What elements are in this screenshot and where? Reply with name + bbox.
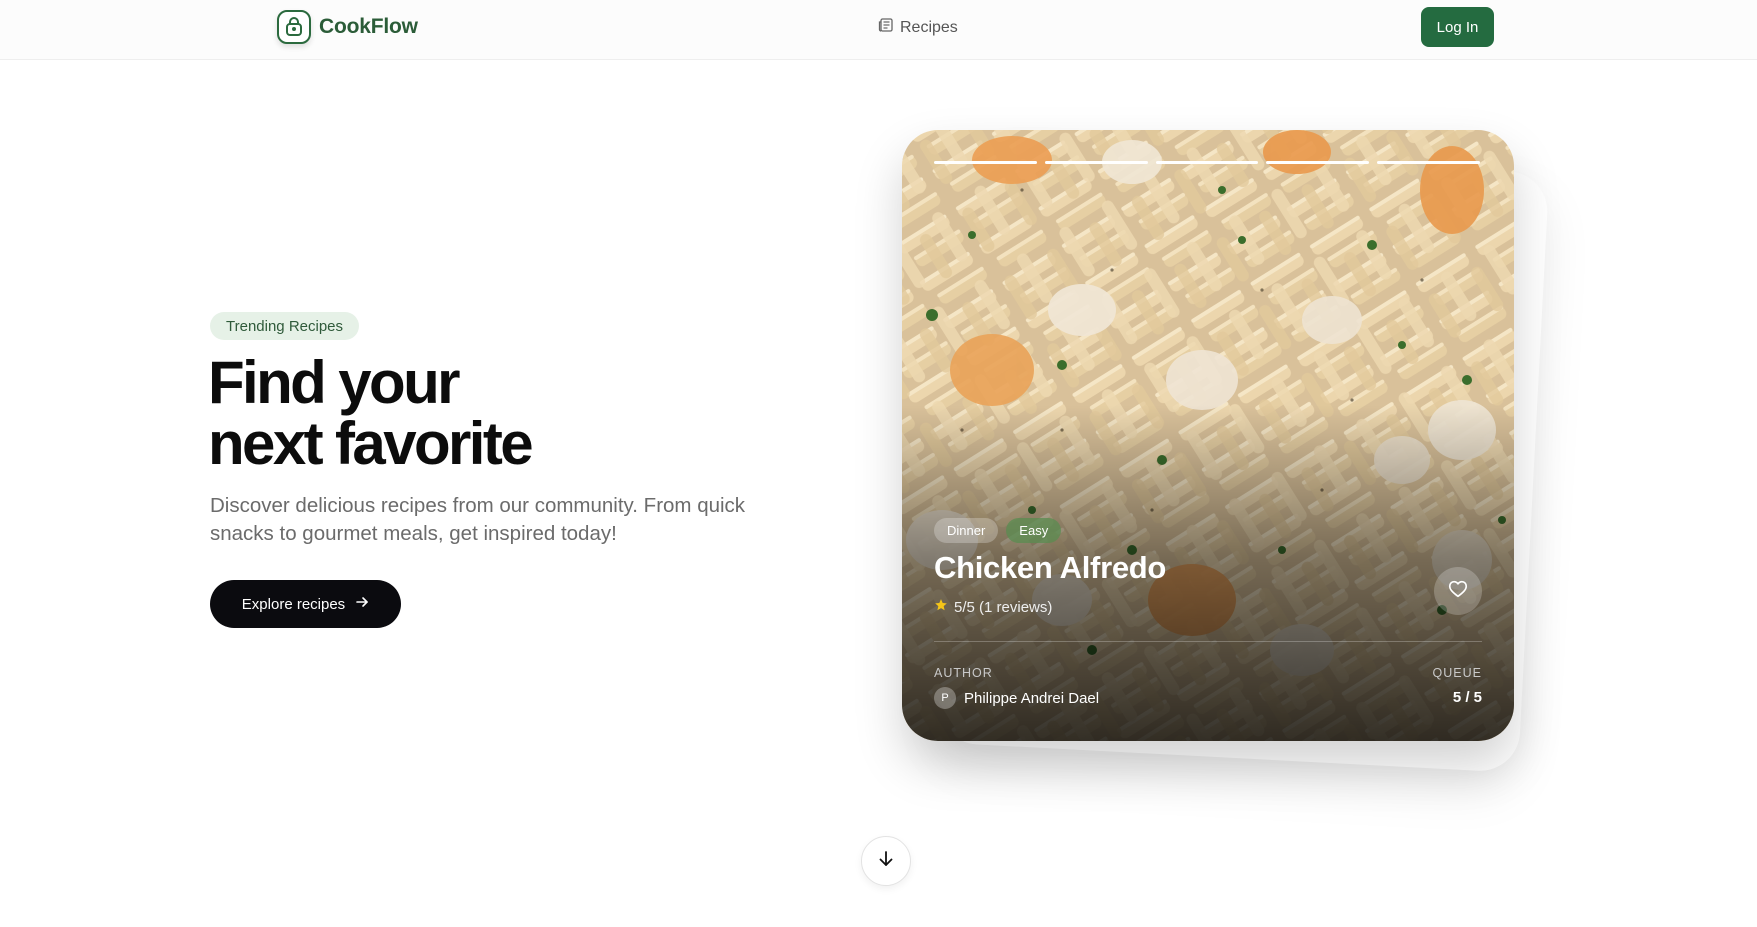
explore-recipes-button[interactable]: Explore recipes (210, 580, 401, 628)
queue-label: QUEUE (1432, 666, 1482, 680)
progress-segment (1266, 161, 1370, 164)
rating-text: 5/5 (1 reviews) (954, 598, 1053, 616)
brand-name: CookFlow (319, 15, 418, 38)
queue-value: 5 / 5 (1452, 689, 1482, 706)
progress-segment (934, 161, 1037, 164)
newspaper-icon (878, 17, 894, 38)
hero-subtext: Discover delicious recipes from our comm… (210, 494, 746, 545)
author-info[interactable]: P Philippe Andrei Dael (934, 687, 1099, 709)
author-label: AUTHOR (934, 666, 993, 680)
brand-logo-link[interactable]: CookFlow (277, 10, 418, 44)
arrow-down-icon (876, 849, 896, 874)
explore-recipes-label: Explore recipes (241, 595, 346, 613)
recipe-rating: 5/5 (1 reviews) (934, 598, 1052, 616)
photo-overlay-gradient (902, 130, 1514, 741)
author-name: Philippe Andrei Dael (964, 689, 1100, 707)
progress-segment (1044, 161, 1148, 164)
arrow-right-icon (355, 595, 369, 613)
top-navbar: CookFlow Recipes Log In (0, 0, 1757, 60)
scroll-down-button[interactable] (861, 836, 911, 886)
recipe-card[interactable]: Dinner Easy Chicken Alfredo 5/5 (1 revie… (902, 130, 1514, 741)
tag-dinner: Dinner (934, 518, 999, 543)
tag-easy: Easy (1006, 518, 1062, 543)
hero-headline: Find your next favorite (208, 349, 534, 477)
recipe-title: Chicken Alfredo (934, 550, 1167, 585)
progress-segment (1155, 161, 1259, 164)
recipe-tags: Dinner Easy (934, 518, 1062, 543)
star-icon (934, 598, 948, 616)
login-button[interactable]: Log In (1421, 7, 1494, 47)
progress-segment (1377, 161, 1480, 164)
headline-line-1: Find your (208, 349, 461, 416)
story-progress-bar (934, 161, 1480, 164)
chef-lock-icon (277, 10, 311, 44)
trending-badge: Trending Recipes (210, 312, 360, 340)
headline-line-2: next favorite (208, 410, 534, 477)
author-avatar: P (934, 687, 956, 709)
heart-icon (1447, 578, 1469, 605)
favorite-button[interactable] (1434, 567, 1482, 615)
nav-recipes-label: Recipes (900, 18, 958, 36)
card-divider (934, 641, 1482, 642)
nav-recipes-link[interactable]: Recipes (878, 17, 958, 38)
